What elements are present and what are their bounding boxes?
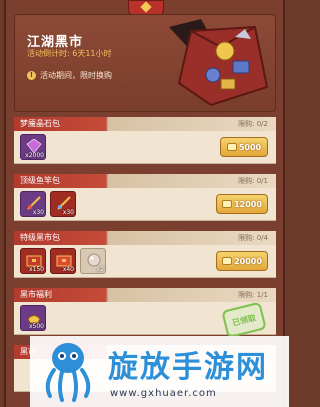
item-quantity: x40 (62, 266, 74, 273)
item-quantity: x2 (96, 266, 104, 273)
buy-button[interactable]: 5000 (220, 137, 268, 157)
section-body: x500 已领取 (14, 301, 276, 339)
item-quantity: x500 (28, 323, 44, 330)
item-slot[interactable]: x2000 (20, 134, 46, 160)
item-slot[interactable]: x150 (20, 248, 46, 274)
fishing-rod-icon (57, 196, 71, 210)
buy-button[interactable]: 12000 (216, 194, 268, 214)
item-quantity: x30 (62, 209, 74, 216)
event-note-text: 活动期间，限时换购 (40, 71, 112, 80)
section-title: 黑市福利 (20, 290, 52, 299)
section-header: 顶级鱼竿包 限购: 0/1 (14, 174, 276, 188)
site-watermark: 旋放手游网 www.gxhuaer.com (30, 336, 289, 407)
purchase-limit: 限购: 0/4 (238, 234, 268, 242)
pack-section-4: 黑市福利 限购: 1/1 x500 已领取 (14, 288, 276, 339)
section-body: x30 x30 12000 (14, 188, 276, 221)
section-title: 特级黑市包 (20, 233, 60, 242)
pack-section-1: 梦魇晶石包 限购: 0/2 x2000 5000 (14, 117, 276, 164)
item-slot[interactable]: x30 (50, 191, 76, 217)
chest-icon (56, 255, 72, 267)
price-label: 20000 (234, 256, 262, 266)
price-label: 5000 (238, 142, 262, 152)
crystal-icon (26, 139, 42, 153)
buy-button[interactable]: 20000 (216, 251, 268, 271)
info-icon: ! (27, 71, 36, 80)
pack-section-2: 顶级鱼竿包 限购: 0/1 x30 x30 12000 (14, 174, 276, 221)
gold-ingot-icon (226, 143, 237, 151)
item-slot[interactable]: x40 (50, 248, 76, 274)
claimed-stamp: 已领取 (221, 301, 267, 339)
item-quantity: x150 (28, 266, 44, 273)
gold-ingot-icon (222, 257, 233, 265)
octopus-logo-icon (45, 343, 91, 402)
section-header: 特级黑市包 限购: 0/4 (14, 231, 276, 245)
chest-icon (26, 255, 42, 267)
section-header: 梦魇晶石包 限购: 0/2 (14, 117, 276, 131)
item-slot[interactable]: x500 (20, 305, 46, 331)
black-market-bag-icon (169, 19, 269, 107)
event-note: ! 活动期间，限时换购 (27, 70, 112, 81)
ingot-icon (27, 315, 41, 324)
event-countdown: 活动倒计时: 6天11小时 (27, 49, 112, 58)
fishing-rod-icon (27, 196, 41, 210)
purchase-limit: 限购: 0/1 (238, 177, 268, 185)
purchase-limit: 限购: 1/1 (238, 291, 268, 299)
pearl-icon (87, 253, 101, 267)
price-label: 12000 (234, 199, 262, 209)
purchase-limit: 限购: 0/2 (238, 120, 268, 128)
section-body: x2000 5000 (14, 131, 276, 164)
item-quantity: x30 (32, 209, 44, 216)
item-quantity: x2000 (25, 152, 44, 159)
watermark-title: 旋放手游网 (108, 350, 268, 385)
event-banner: 江湖黑市 活动倒计时: 6天11小时 ! 活动期间，限时换购 (14, 14, 276, 112)
section-body: x150 x40 x2 20000 (14, 245, 276, 278)
gold-ingot-icon (222, 200, 233, 208)
watermark-url: www.gxhuaer.com (110, 388, 217, 399)
section-title: 顶级鱼竿包 (20, 176, 60, 185)
item-slot[interactable]: x2 (80, 248, 106, 274)
item-slot[interactable]: x30 (20, 191, 46, 217)
section-header: 黑市福利 限购: 1/1 (14, 288, 276, 302)
section-title: 梦魇晶石包 (20, 119, 60, 128)
pack-section-3: 特级黑市包 限购: 0/4 x150 x40 x2 20000 (14, 231, 276, 278)
